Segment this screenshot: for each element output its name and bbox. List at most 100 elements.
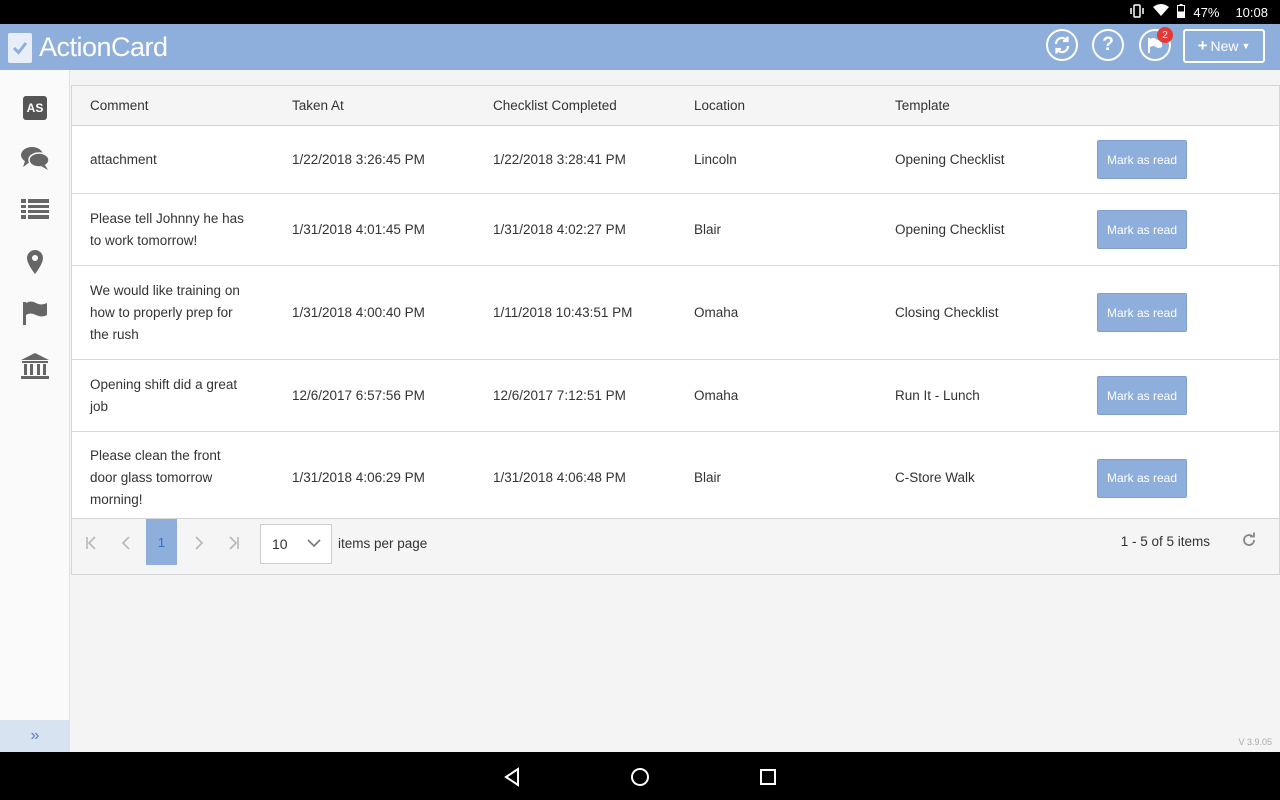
cell-template: Run It - Lunch — [895, 387, 980, 403]
column-header-checklist-completed[interactable]: Checklist Completed — [475, 86, 676, 125]
mark-as-read-button[interactable]: Mark as read — [1097, 210, 1187, 249]
cell-comment: Please clean the front door glass tomorr… — [90, 448, 221, 507]
cell-comment: We would like training on how to properl… — [90, 282, 240, 342]
caret-down-icon: ▼ — [1241, 41, 1251, 51]
column-header-template[interactable]: Template — [877, 86, 1079, 125]
sidebar-item-checklists[interactable] — [0, 189, 70, 229]
flags-button[interactable]: 2 — [1139, 27, 1173, 61]
chevron-down-icon — [307, 539, 321, 548]
new-button[interactable]: + New ▼ — [1183, 29, 1265, 63]
last-page-button[interactable] — [224, 533, 244, 553]
app-logo[interactable]: ActionCard — [8, 32, 168, 63]
first-page-icon — [86, 536, 96, 550]
home-button[interactable] — [629, 766, 651, 788]
grid-header: Comment Taken At Checklist Completed Loc… — [72, 86, 1279, 126]
first-page-button[interactable] — [81, 533, 101, 553]
cell-template: Opening Checklist — [895, 221, 1005, 237]
android-nav-bar — [0, 752, 1280, 800]
mark-as-read-button[interactable]: Mark as read — [1097, 293, 1187, 332]
bank-icon — [21, 353, 49, 379]
cell-taken-at: 12/6/2017 6:57:56 PM — [292, 387, 425, 403]
sidebar-expand-button[interactable]: » — [0, 720, 70, 752]
cell-checklist-completed: 1/31/2018 4:02:27 PM — [493, 221, 626, 237]
recents-button[interactable] — [757, 766, 779, 788]
home-circle-icon — [631, 768, 649, 786]
cell-comment: Opening shift did a great job — [90, 376, 238, 414]
app-header: ActionCard ? 2 + New ▼ — [0, 24, 1280, 70]
sidebar-item-organization[interactable] — [0, 346, 70, 386]
cell-checklist-completed: 1/31/2018 4:06:48 PM — [493, 470, 626, 485]
table-row[interactable]: We would like training on how to properl… — [72, 266, 1279, 360]
sidebar-item-flags[interactable] — [0, 293, 70, 333]
page-size-select[interactable]: 10 — [260, 524, 332, 564]
column-header-actions — [1079, 86, 1279, 125]
cell-taken-at: 1/31/2018 4:00:40 PM — [292, 304, 425, 320]
last-page-icon — [229, 536, 239, 550]
back-button[interactable] — [501, 766, 523, 788]
page-number-current[interactable]: 1 — [146, 519, 177, 565]
battery-percent: 47% — [1193, 4, 1220, 20]
table-row[interactable]: Please clean the front door glass tomorr… — [72, 432, 1279, 524]
column-header-taken-at[interactable]: Taken At — [274, 86, 475, 125]
back-triangle-icon — [504, 767, 519, 787]
cell-location: Lincoln — [694, 151, 737, 167]
cell-taken-at: 1/22/2018 3:26:45 PM — [292, 151, 425, 167]
column-header-comment[interactable]: Comment — [72, 86, 274, 125]
pager: 1 10 items per page 1 - 5 of 5 items — [72, 518, 1279, 574]
sidebar: AS » — [0, 70, 70, 752]
cell-location: Blair — [694, 221, 722, 237]
recents-square-icon — [760, 769, 776, 785]
cell-template: Closing Checklist — [895, 304, 999, 320]
vibrate-icon — [1129, 3, 1145, 21]
chevron-right-icon — [195, 536, 204, 550]
column-header-location[interactable]: Location — [676, 86, 877, 125]
clock: 10:08 — [1235, 4, 1268, 20]
mark-as-read-button[interactable]: Mark as read — [1097, 140, 1187, 179]
question-icon: ? — [1102, 34, 1114, 55]
items-per-page-label: items per page — [338, 536, 428, 551]
sync-button[interactable] — [1046, 29, 1078, 61]
cell-location: Blair — [694, 470, 722, 485]
sidebar-item-profile[interactable]: AS — [0, 88, 70, 128]
cell-taken-at: 1/31/2018 4:06:29 PM — [292, 470, 425, 485]
next-page-button[interactable] — [189, 533, 209, 553]
sync-icon — [1054, 36, 1070, 54]
table-row[interactable]: attachment 1/22/2018 3:26:45 PM 1/22/201… — [72, 126, 1279, 194]
android-status-bar: 47% 10:08 — [0, 0, 1280, 24]
sidebar-item-locations[interactable] — [0, 242, 70, 282]
cell-checklist-completed: 1/11/2018 10:43:51 PM — [493, 304, 633, 320]
sidebar-item-comments[interactable] — [0, 138, 70, 178]
new-button-label: New — [1210, 38, 1239, 54]
help-button[interactable]: ? — [1092, 29, 1124, 61]
list-icon — [21, 199, 49, 219]
mark-as-read-button[interactable]: Mark as read — [1097, 458, 1187, 498]
pager-info: 1 - 5 of 5 items — [1120, 534, 1210, 549]
notification-badge: 2 — [1157, 27, 1173, 43]
flag-icon — [23, 301, 47, 325]
cell-template: C-Store Walk — [895, 470, 975, 485]
cell-location: Omaha — [694, 387, 739, 403]
cell-actions: Mark as read — [1079, 360, 1279, 431]
cell-comment: attachment — [90, 151, 157, 167]
previous-page-button[interactable] — [116, 533, 136, 553]
cell-actions: Mark as read — [1079, 194, 1279, 265]
plus-icon: + — [1197, 36, 1208, 55]
app-name: ActionCard — [39, 32, 168, 62]
refresh-icon — [1243, 532, 1255, 546]
cell-taken-at: 1/31/2018 4:01:45 PM — [292, 221, 425, 237]
refresh-button[interactable] — [1241, 532, 1257, 553]
location-icon — [27, 250, 43, 274]
check-icon — [8, 32, 32, 63]
cell-actions: Mark as read — [1079, 266, 1279, 359]
cell-actions: Mark as read — [1079, 432, 1279, 524]
cell-comment: Please tell Johnny he has to work tomorr… — [90, 210, 244, 248]
double-chevron-right-icon: » — [30, 727, 40, 744]
cell-checklist-completed: 1/22/2018 3:28:41 PM — [493, 151, 626, 167]
cell-checklist-completed: 12/6/2017 7:12:51 PM — [493, 387, 626, 403]
table-row[interactable]: Please tell Johnny he has to work tomorr… — [72, 194, 1279, 266]
wifi-icon — [1153, 4, 1170, 20]
comments-grid: Comment Taken At Checklist Completed Loc… — [71, 85, 1280, 575]
table-row[interactable]: Opening shift did a great job 12/6/2017 … — [72, 360, 1279, 432]
page-size-value: 10 — [272, 536, 288, 552]
mark-as-read-button[interactable]: Mark as read — [1097, 376, 1187, 415]
